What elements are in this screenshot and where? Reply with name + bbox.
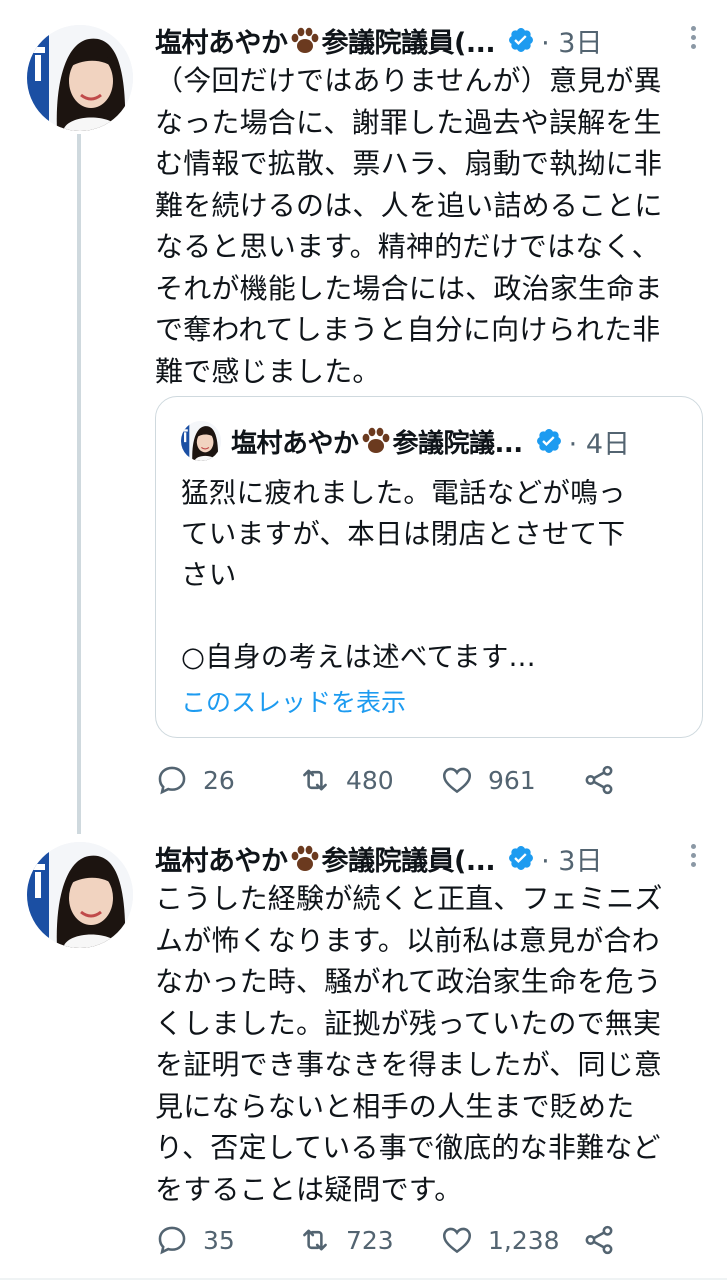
reply-icon bbox=[155, 1223, 189, 1257]
retweet-icon bbox=[298, 763, 332, 797]
thread-line bbox=[77, 134, 81, 834]
share-button[interactable] bbox=[582, 760, 630, 800]
heart-icon bbox=[440, 763, 474, 797]
quoted-text: 猛烈に疲れました。電話などが鳴っ ていますが、本日は閉店とさせて下 さい ○自身… bbox=[181, 477, 626, 673]
quoted-tweet[interactable]: 塩村あやか 参議院議... · 4日 猛烈に疲れました。電話などが鳴っ ていますが… bbox=[155, 396, 703, 738]
tweet-actions: 35 723 1,238 bbox=[155, 1220, 635, 1260]
retweet-count: 480 bbox=[346, 765, 394, 795]
quoted-avatar bbox=[181, 421, 221, 461]
verified-badge-icon bbox=[535, 427, 563, 455]
paw-emoji-icon bbox=[290, 845, 320, 873]
heart-icon bbox=[440, 1223, 474, 1257]
reply-button[interactable]: 26 bbox=[155, 760, 235, 800]
tweet-header: 塩村あやか 参議院議員(... · 3日 bbox=[155, 20, 707, 60]
tweet-1[interactable]: 塩村あやか 参議院議員(... · 3日 （今回だけではありませんが）意見が異 な… bbox=[0, 0, 727, 834]
quoted-author-name: 塩村あやか 参議院議... bbox=[231, 427, 523, 459]
share-icon bbox=[582, 763, 616, 797]
tweet-header: 塩村あやか 参議院議員(... · 3日 bbox=[155, 838, 707, 878]
show-thread-link[interactable]: このスレッドを表示 bbox=[181, 683, 406, 719]
tweet-text: こうした経験が続くと正直、フェミニズ ムが怖くなります。以前私は意見が合わ なか… bbox=[155, 882, 663, 1206]
verified-badge-icon bbox=[507, 844, 535, 872]
reply-count: 26 bbox=[203, 765, 235, 795]
avatar[interactable] bbox=[27, 25, 133, 131]
tweet-text: （今回だけではありませんが）意見が異 なった場合に、謝罪した過去や誤解を生 む情… bbox=[155, 64, 663, 388]
tweet-timestamp[interactable]: · 3日 bbox=[541, 21, 602, 60]
quoted-header: 塩村あやか 参議院議... · 4日 bbox=[231, 421, 682, 461]
tweet-2[interactable]: 塩村あやか 参議院議員(... · 3日 こうした経験が続くと正直、フェミニズ ム… bbox=[0, 838, 727, 1278]
author-name[interactable]: 塩村あやか 参議院議員(... bbox=[155, 21, 496, 60]
verified-badge-icon bbox=[507, 26, 535, 54]
like-button[interactable]: 1,238 bbox=[440, 1220, 560, 1260]
paw-emoji-icon bbox=[290, 27, 320, 55]
author-name[interactable]: 塩村あやか 参議院議員(... bbox=[155, 839, 496, 878]
avatar[interactable] bbox=[27, 842, 133, 948]
paw-emoji-icon bbox=[361, 427, 391, 455]
tweet-actions: 26 480 961 bbox=[155, 760, 635, 800]
retweet-button[interactable]: 723 bbox=[298, 1220, 394, 1260]
retweet-count: 723 bbox=[346, 1225, 394, 1255]
share-icon bbox=[582, 1223, 616, 1257]
quoted-timestamp: · 4日 bbox=[568, 428, 630, 460]
share-button[interactable] bbox=[582, 1220, 630, 1260]
reply-button[interactable]: 35 bbox=[155, 1220, 235, 1260]
retweet-icon bbox=[298, 1223, 332, 1257]
reply-count: 35 bbox=[203, 1225, 235, 1255]
like-count: 961 bbox=[488, 765, 536, 795]
like-button[interactable]: 961 bbox=[440, 760, 536, 800]
like-count: 1,238 bbox=[488, 1225, 560, 1255]
more-options-icon[interactable] bbox=[683, 22, 703, 52]
reply-icon bbox=[155, 763, 189, 797]
retweet-button[interactable]: 480 bbox=[298, 760, 394, 800]
tweet-timestamp[interactable]: · 3日 bbox=[541, 839, 602, 878]
more-options-icon[interactable] bbox=[683, 840, 703, 870]
